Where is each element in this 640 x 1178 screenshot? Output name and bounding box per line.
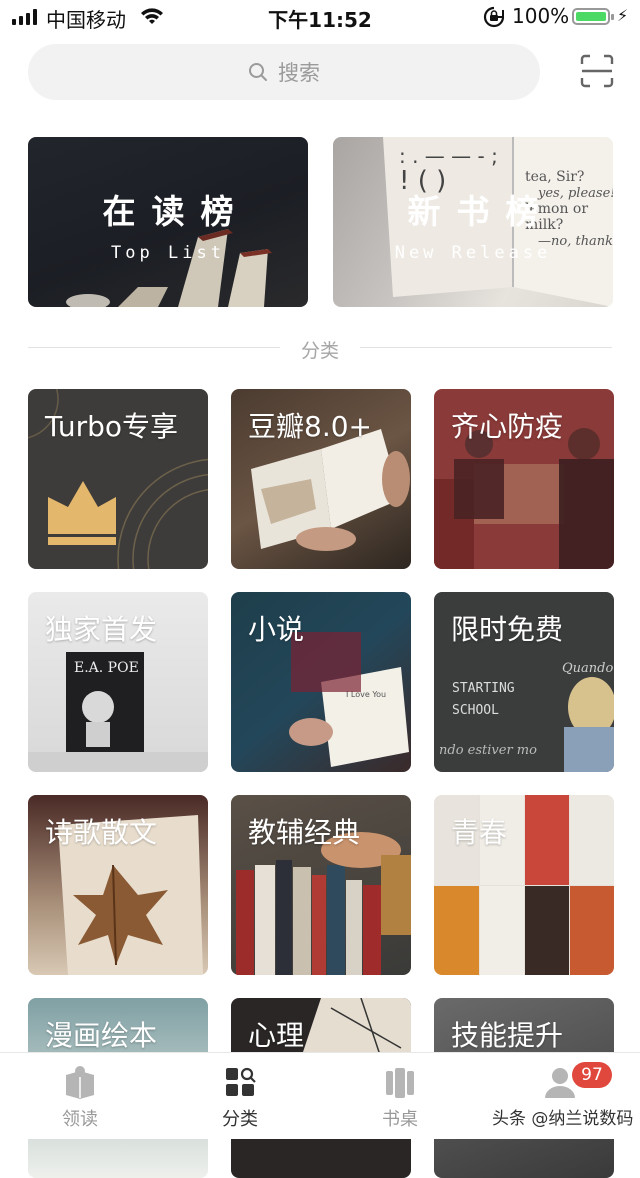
svg-text:STARTING: STARTING <box>452 681 515 696</box>
category-novel[interactable]: I Love You 小说 <box>231 592 411 772</box>
tab-label: 书桌 <box>382 1109 418 1130</box>
profile-icon <box>545 1068 575 1098</box>
category-turbo[interactable]: Turbo专享 <box>28 389 208 569</box>
battery-icon <box>572 8 614 25</box>
category-label: 诗歌散文 <box>45 816 158 849</box>
new-release-subtitle: New Release <box>394 243 552 263</box>
tab-lingdu[interactable]: 领读 <box>0 1053 160 1139</box>
watermark: 头条 @纳兰说数码 <box>492 1109 634 1129</box>
category-fight-epidemic[interactable]: 齐心防疫 <box>434 389 614 569</box>
category-label: 独家首发 <box>45 613 158 646</box>
search-bar[interactable]: 搜索 <box>28 44 540 100</box>
category-douban[interactable]: 豆瓣8.0+ <box>231 389 411 569</box>
battery-percent: 100% <box>512 4 570 28</box>
svg-text:tea, Sir?: tea, Sir? <box>525 169 584 185</box>
section-title: 分类 <box>300 340 339 362</box>
tab-label: 分类 <box>222 1109 258 1130</box>
scan-icon[interactable] <box>580 54 614 88</box>
svg-text:ndo estiver mo: ndo estiver mo <box>439 743 537 758</box>
category-label: 小说 <box>248 613 305 646</box>
category-label: 技能提升 <box>451 1019 564 1052</box>
category-label: 青春 <box>451 816 508 849</box>
category-label: Turbo专享 <box>45 410 179 443</box>
status-bar: 中国移动 下午11:52 100% ⚡ <box>0 0 640 36</box>
category-section-header: 分类 <box>28 336 612 362</box>
svg-text:E.A. POE: E.A. POE <box>74 660 139 676</box>
category-label: 齐心防疫 <box>451 410 564 443</box>
category-textbook[interactable]: 教辅经典 <box>231 795 411 975</box>
category-label: 教辅经典 <box>248 816 361 849</box>
new-release-card[interactable]: tea, Sir? yes, please! lemon or milk? —n… <box>333 137 613 307</box>
new-release-title: 新书榜 <box>407 192 555 231</box>
bookshelf-icon <box>386 1068 414 1098</box>
category-free[interactable]: STARTING SCHOOL ndo estiver mo Quando 限时… <box>434 592 614 772</box>
category-label: 漫画绘本 <box>45 1019 158 1052</box>
tab-label: 领读 <box>62 1109 98 1130</box>
top-list-card[interactable]: 在读榜 Top List <box>28 137 308 307</box>
search-icon <box>249 63 267 81</box>
book-icon <box>66 1066 94 1099</box>
category-poetry[interactable]: 诗歌散文 <box>28 795 208 975</box>
svg-text:SCHOOL: SCHOOL <box>452 703 499 718</box>
category-youth[interactable]: 青春 <box>434 795 614 975</box>
category-label: 豆瓣8.0+ <box>248 410 372 443</box>
category-exclusive[interactable]: E.A. POE 独家首发 <box>28 592 208 772</box>
top-list-subtitle: Top List <box>111 243 225 263</box>
category-label: 心理 <box>248 1019 305 1052</box>
svg-text:: . — — - ;: : . — — - ; <box>399 144 498 168</box>
top-list-title: 在读榜 <box>102 192 250 231</box>
tab-desk[interactable]: 书桌 <box>320 1053 480 1139</box>
svg-text:Quando: Quando <box>562 661 613 676</box>
category-icon <box>226 1067 256 1096</box>
notification-badge: 97 <box>572 1062 612 1088</box>
tab-category[interactable]: 分类 <box>160 1053 320 1139</box>
search-placeholder: 搜索 <box>278 61 320 85</box>
rotation-lock-icon <box>483 6 505 28</box>
charging-icon: ⚡ <box>617 6 629 25</box>
category-label: 限时免费 <box>451 613 564 646</box>
